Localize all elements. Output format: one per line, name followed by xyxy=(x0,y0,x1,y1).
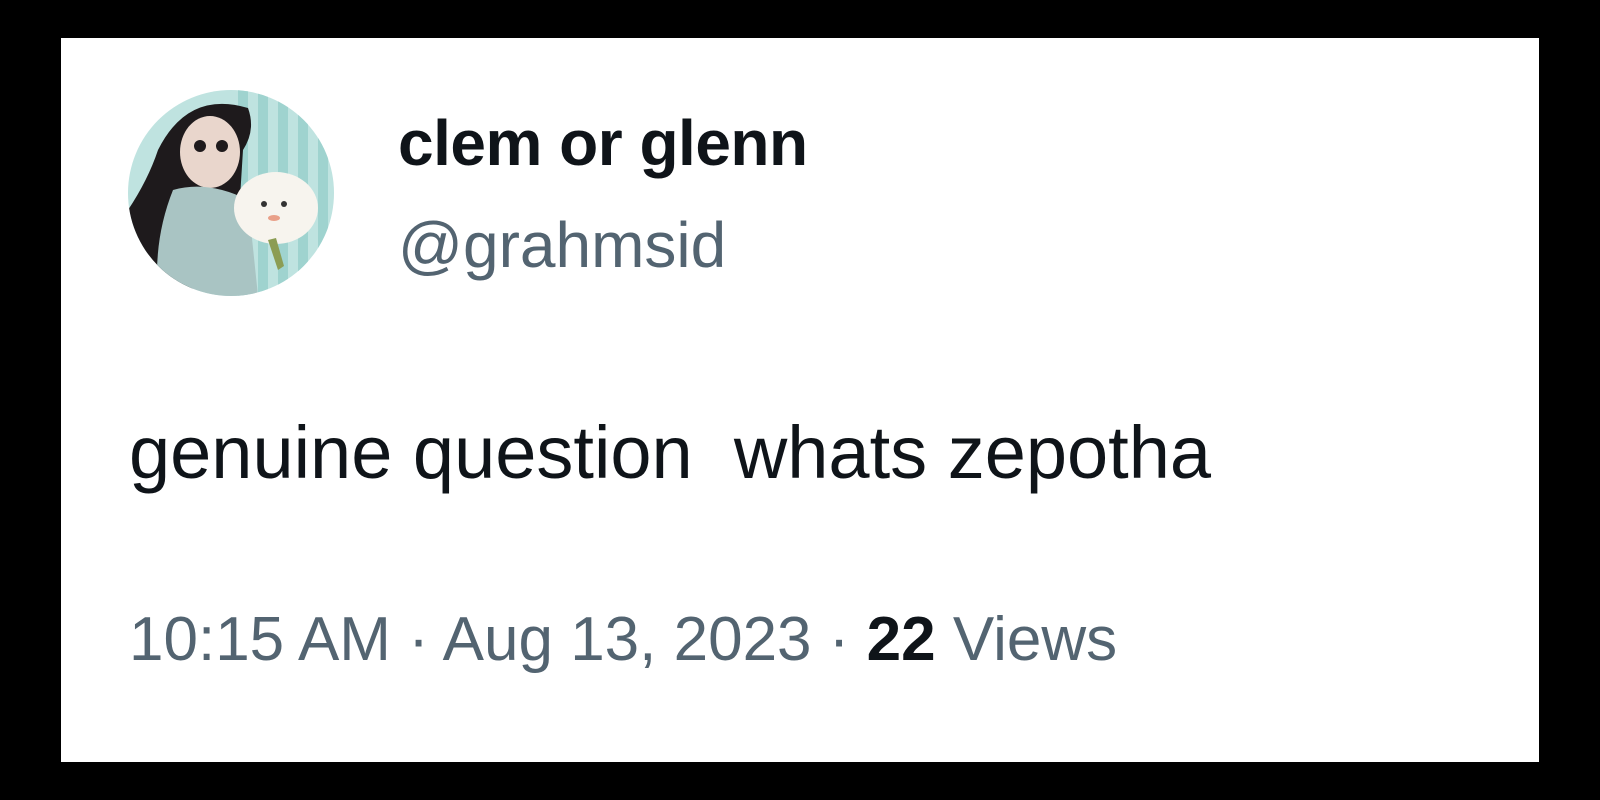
meta-separator: · xyxy=(811,605,867,674)
tweet-text: genuine question whats zepotha xyxy=(129,411,1212,494)
tweet-time[interactable]: 10:15 AM xyxy=(129,605,391,674)
views-count: 22 xyxy=(866,605,936,674)
meta-separator: · xyxy=(390,605,443,674)
profile-avatar[interactable] xyxy=(128,90,334,296)
tweet-metadata: 10:15 AM · Aug 13, 2023 · 22 Views xyxy=(129,604,1117,675)
views-label: Views xyxy=(952,605,1118,674)
user-handle[interactable]: @grahmsid xyxy=(398,208,726,282)
tweet-date[interactable]: Aug 13, 2023 xyxy=(443,605,812,674)
display-name[interactable]: clem or glenn xyxy=(398,106,808,180)
tweet-card: clem or glenn @grahmsid genuine question… xyxy=(61,38,1539,762)
